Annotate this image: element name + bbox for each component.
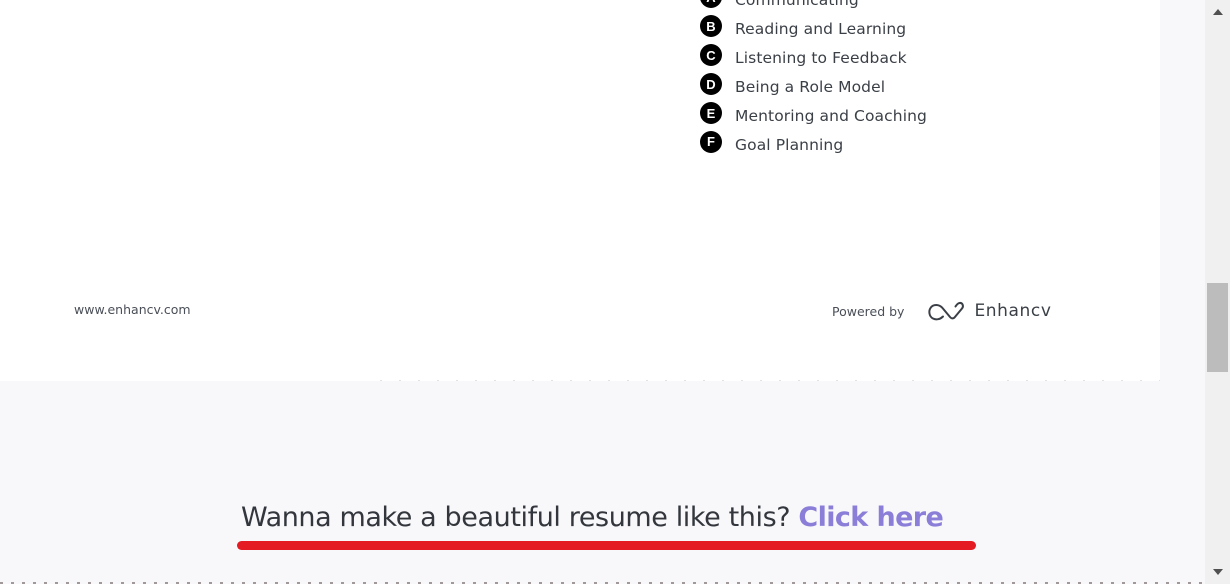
footer-website-link[interactable]: www.enhancv.com [74, 302, 191, 317]
skill-label: Reading and Learning [735, 20, 907, 39]
cta-text: Wanna make a beautiful resume like this?… [241, 502, 944, 533]
skill-badge: D [700, 73, 722, 96]
brand-name: Enhancv [974, 301, 1052, 321]
skill-item: F Goal Planning [700, 130, 927, 159]
click-here-link[interactable]: Click here [798, 502, 943, 533]
skill-badge: E [700, 102, 722, 124]
resume-page: A Communicating B Reading and Learning C… [0, 0, 1160, 381]
skill-item: A Communicating [700, 0, 927, 15]
skill-item: D Being a Role Model [700, 73, 927, 102]
scroll-up-button[interactable] [1205, 2, 1230, 22]
scrollbar-thumb[interactable] [1207, 283, 1228, 372]
skill-item: E Mentoring and Coaching [700, 102, 927, 131]
skill-item: B Reading and Learning [700, 15, 927, 44]
skill-badge: B [700, 15, 722, 38]
skill-label: Listening to Feedback [735, 49, 907, 68]
page-edge-divider [380, 380, 1160, 381]
skill-label: Communicating [735, 0, 859, 10]
vertical-scrollbar[interactable] [1205, 0, 1230, 584]
skill-badge: C [700, 44, 722, 67]
skill-label: Mentoring and Coaching [735, 107, 927, 125]
enhancv-brand-link[interactable]: Enhancv [926, 300, 1051, 322]
powered-by: Powered by Enhancv [832, 300, 1052, 322]
skill-item: C Listening to Feedback [700, 44, 927, 73]
triangle-up-icon [1212, 9, 1223, 15]
skill-label: Being a Role Model [735, 78, 886, 97]
skill-badge: F [700, 130, 722, 153]
skills-list: A Communicating B Reading and Learning C… [700, 0, 927, 159]
skill-badge: A [700, 0, 722, 9]
skill-label: Goal Planning [735, 135, 844, 154]
scroll-down-button[interactable] [1205, 562, 1230, 582]
page-viewport: A Communicating B Reading and Learning C… [0, 0, 1205, 584]
triangle-down-icon [1212, 569, 1223, 575]
enhancv-logo-icon [928, 301, 965, 321]
cta-underline-highlight [237, 541, 976, 550]
powered-by-label: Powered by [832, 303, 905, 319]
cta-question: Wanna make a beautiful resume like this? [241, 502, 799, 533]
